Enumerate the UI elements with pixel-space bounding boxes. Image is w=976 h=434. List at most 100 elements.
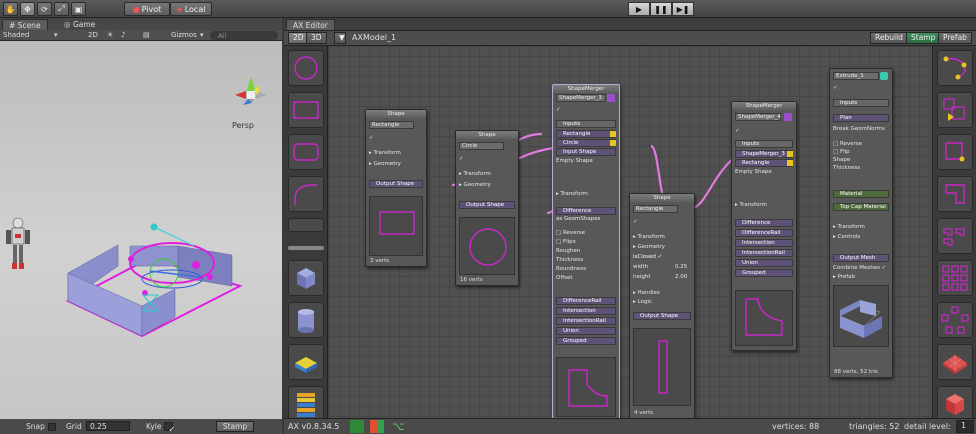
visible-checkbox[interactable]: ✓: [833, 85, 838, 91]
shape-field[interactable]: Shape: [833, 157, 850, 163]
output-shape-port[interactable]: Output Shape: [633, 312, 691, 320]
intersection-port[interactable]: Intersection: [735, 239, 793, 247]
scale-tool-button[interactable]: ⤢: [54, 2, 69, 16]
input-rectangle-port[interactable]: Rectangle: [735, 159, 793, 167]
rectangle-shape-node[interactable]: Shape Rectangle ✓ ▸ Transform ▸ Geometry…: [365, 109, 427, 267]
intersection-rail-port[interactable]: IntersectionRail: [556, 317, 616, 325]
export-icon[interactable]: [350, 420, 364, 433]
handles-toggle[interactable]: ▸ Handles: [633, 290, 660, 296]
rectangle-shape-node-2[interactable]: Shape Rectangle ✓ ▸ Transform ▸ Geometry…: [629, 193, 695, 418]
cyan-handle-icon[interactable]: [150, 223, 158, 231]
extrude-node[interactable]: Extrude_1 ✓ Inputs Plan Break GeomNorms …: [829, 68, 893, 378]
top-cap-material-port[interactable]: Top Cap Material: [833, 203, 889, 211]
transform-toggle[interactable]: ▸ Transform: [735, 202, 767, 208]
circle-shape-button[interactable]: [288, 50, 324, 86]
visible-checkbox[interactable]: ✓: [369, 135, 374, 141]
graph-icon[interactable]: ⌥: [392, 420, 405, 433]
thickness-field[interactable]: Thickness: [556, 257, 583, 263]
visible-checkbox[interactable]: ✓: [459, 156, 464, 162]
visible-checkbox[interactable]: ✓: [633, 219, 638, 225]
search-input[interactable]: ⌕ All: [210, 31, 278, 40]
output-shape-port[interactable]: Output Shape: [459, 201, 515, 209]
transform-toggle[interactable]: ▸ Transform: [833, 224, 865, 230]
width-field[interactable]: width 0.25: [633, 264, 687, 270]
tab-game[interactable]: ◎ Game: [58, 19, 101, 30]
flip-checkbox[interactable]: □ Flip: [833, 149, 850, 155]
stack-mesh-button[interactable]: [288, 386, 324, 422]
yellow-port-icon[interactable]: [787, 160, 793, 166]
kyle-checkbox[interactable]: ✓: [164, 422, 175, 434]
shading-dropdown[interactable]: Shaded: [3, 31, 29, 39]
union-port[interactable]: Union: [556, 327, 616, 335]
transform-toggle[interactable]: ▸ Transform: [459, 171, 491, 177]
transform-toggle[interactable]: ▸ Transform: [369, 150, 401, 156]
cube-mesh-button[interactable]: [288, 260, 324, 296]
transform-toggle[interactable]: ▸ Transform: [556, 191, 588, 197]
offset-operator-button[interactable]: [937, 134, 973, 170]
lighting-icon[interactable]: ☀: [107, 31, 113, 39]
difference-rail-port[interactable]: DifferenceRail: [735, 229, 793, 237]
union-port[interactable]: Union: [735, 259, 793, 267]
mode-3d-button[interactable]: 3D: [306, 32, 327, 44]
box-mesh-button[interactable]: [937, 386, 973, 422]
logic-toggle[interactable]: ▸ Logic: [633, 299, 652, 305]
grouped-port[interactable]: Grouped: [735, 269, 793, 277]
input-shape-port[interactable]: Input Shape: [556, 148, 616, 156]
reverse-checkbox[interactable]: □ Reverse: [556, 230, 585, 236]
grid-input[interactable]: 0.25: [86, 421, 130, 431]
hand-tool-button[interactable]: ✋: [3, 2, 18, 16]
controls-toggle[interactable]: ▸ Controls: [833, 234, 860, 240]
inputs-header[interactable]: Inputs: [735, 140, 793, 148]
node-name-field[interactable]: ShapeMerger_3: [556, 94, 606, 102]
robot-character[interactable]: [6, 217, 30, 269]
difference-rail-port[interactable]: DifferenceRail: [556, 297, 616, 305]
is-closed-checkbox[interactable]: isClosed ✓: [633, 254, 662, 260]
empty-shape-port[interactable]: Empty Shape: [556, 158, 593, 164]
node-graph[interactable]: Shape Rectangle ✓ ▸ Transform ▸ Geometry…: [329, 46, 932, 418]
view-gizmo-icon[interactable]: [235, 77, 267, 105]
model-menu-button[interactable]: ▼: [334, 32, 346, 44]
roundness-field[interactable]: Roundness: [556, 266, 586, 272]
circle-shape-node[interactable]: Shape Circle ✓ ▸ Transform ▸ Geometry Ou…: [455, 130, 519, 286]
output-mesh-port[interactable]: Output Mesh: [833, 254, 889, 262]
rounded-rect-shape-button[interactable]: [288, 134, 324, 170]
stamp-button[interactable]: Stamp: [216, 421, 254, 432]
tab-scene[interactable]: # Scene: [2, 19, 48, 30]
combine-meshes-checkbox[interactable]: Combine Meshes ✓: [833, 265, 886, 271]
height-field[interactable]: height 2.00: [633, 274, 687, 280]
snap-checkbox[interactable]: [48, 423, 56, 431]
pivot-toggle[interactable]: ● Pivot: [124, 2, 170, 16]
intersection-port[interactable]: Intersection: [556, 307, 616, 315]
visible-checkbox[interactable]: ✓: [556, 107, 561, 113]
cylinder-mesh-button[interactable]: [288, 302, 324, 338]
node-name-field[interactable]: Rectangle: [633, 205, 678, 213]
library-icon[interactable]: [370, 420, 384, 433]
partial-shape-button[interactable]: [288, 218, 324, 232]
difference-port[interactable]: Difference: [556, 207, 616, 215]
shape-merger-4-node[interactable]: ShapeMerger ShapeMerger_4 ✓ Inputs Shape…: [731, 101, 797, 351]
stamp-button[interactable]: Stamp: [906, 32, 941, 44]
move-tool-button[interactable]: ✥: [20, 2, 35, 16]
transform-toggle[interactable]: ▸ Transform: [633, 234, 665, 240]
node-name-field[interactable]: Circle: [459, 142, 504, 150]
output-shape-port[interactable]: Output Shape: [369, 180, 423, 188]
array-operator-button[interactable]: [937, 260, 973, 296]
prefab-toggle[interactable]: ▸ Prefab: [833, 274, 855, 280]
yellow-port-icon[interactable]: [610, 131, 616, 137]
magenta-handle-icon[interactable]: [128, 256, 134, 262]
input-merger-port[interactable]: ShapeMerger_3: [735, 150, 793, 158]
floor-mesh-button[interactable]: [937, 344, 973, 380]
prefab-button[interactable]: Prefab: [938, 32, 972, 44]
step-button[interactable]: ▶❚: [672, 2, 694, 16]
palette-divider[interactable]: [288, 246, 324, 250]
input-circle-port[interactable]: Circle: [556, 139, 616, 147]
roughen-field[interactable]: Roughen: [556, 248, 580, 254]
gizmos-dropdown[interactable]: Gizmos: [171, 31, 197, 39]
arc-shape-button[interactable]: [288, 176, 324, 212]
inputs-header[interactable]: Inputs: [556, 120, 616, 128]
extrude-mesh-button[interactable]: [288, 344, 324, 380]
effects-icon[interactable]: ▤: [143, 31, 150, 39]
material-port[interactable]: Material: [833, 190, 889, 198]
input-rectangle-port[interactable]: Rectangle: [556, 130, 616, 138]
node-name-field[interactable]: ShapeMerger_4: [735, 113, 781, 121]
